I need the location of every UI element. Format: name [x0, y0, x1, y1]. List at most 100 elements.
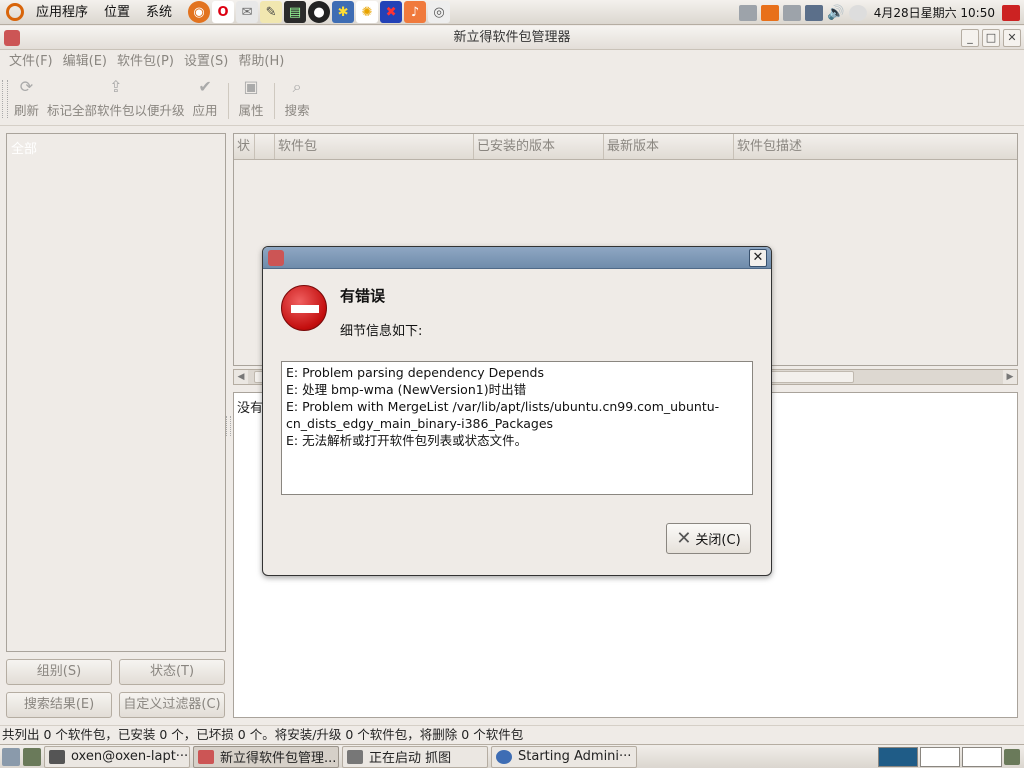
task-screenshot[interactable]: 正在启动 抓图: [342, 745, 488, 768]
mail-icon[interactable]: ✉: [236, 1, 259, 23]
mark-upgrades-label: 标记全部软件包以便升级: [47, 103, 185, 118]
settings-icon[interactable]: ✱: [332, 1, 355, 23]
properties-button[interactable]: ▣ 属性: [235, 77, 268, 119]
search-icon: ⌕: [292, 77, 302, 96]
column-installed-version[interactable]: 已安装的版本: [474, 134, 604, 159]
workspace-2[interactable]: [920, 747, 960, 767]
trash-icon[interactable]: [1004, 749, 1020, 765]
network-icon[interactable]: [804, 4, 823, 21]
reload-label: 刷新: [14, 103, 40, 118]
column-latest-version[interactable]: 最新版本: [604, 134, 734, 159]
toolbar-separator: [227, 83, 229, 119]
search-button[interactable]: ⌕ 搜索: [281, 77, 314, 119]
ubuntu-logo-icon[interactable]: [6, 3, 24, 21]
error-line: cn_dists_edgy_main_binary-i386_Packages: [286, 416, 554, 431]
description-text: 没有: [237, 401, 264, 416]
workspace-switcher[interactable]: [878, 747, 1020, 767]
synaptic-task-icon: [198, 749, 214, 764]
workspace-3[interactable]: [962, 747, 1002, 767]
reload-button[interactable]: ⟳ 刷新: [10, 77, 43, 119]
task-terminal[interactable]: oxen@oxen-lapt···: [44, 745, 190, 768]
toolbar-separator: [273, 83, 275, 119]
menu-settings[interactable]: 设置(S): [179, 51, 233, 73]
package-list-header: 状 软件包 已安装的版本 最新版本 软件包描述: [234, 134, 1017, 160]
minimize-button[interactable]: _: [961, 29, 979, 47]
opera-icon[interactable]: O: [212, 1, 235, 23]
task-synaptic[interactable]: 新立得软件包管理...: [193, 745, 339, 768]
eyes-icon: [848, 4, 867, 21]
system-menu[interactable]: 系统: [140, 0, 178, 25]
keyboard-icon[interactable]: [738, 4, 757, 21]
custom-filters-button[interactable]: 自定义过滤器(C): [119, 692, 225, 718]
dialog-heading: 有错误: [340, 287, 386, 305]
sections-button[interactable]: 组别(S): [6, 659, 112, 685]
search-label: 搜索: [284, 103, 310, 118]
screenshot-icon[interactable]: ◎: [428, 1, 451, 23]
toolbar-grip[interactable]: [2, 80, 8, 118]
top-menu: 应用程序 位置 系统: [0, 0, 184, 25]
camera-task-icon: [347, 749, 363, 764]
filter-list[interactable]: 全部: [6, 133, 226, 652]
close-button-label: 关闭(C): [695, 533, 741, 548]
lamp-icon[interactable]: ✺: [356, 1, 379, 23]
apply-button[interactable]: ✔ 应用: [189, 77, 222, 119]
error-stop-icon: [281, 285, 327, 331]
error-dialog: ✕ 有错误 细节信息如下: E: Problem parsing depende…: [262, 246, 772, 576]
maximize-button[interactable]: □: [982, 29, 1000, 47]
workspace-icon[interactable]: [23, 747, 41, 766]
window-titlebar[interactable]: 新立得软件包管理器 _ □ ✕: [0, 26, 1024, 50]
status-bar: 共列出 0 个软件包，已安装 0 个，已坏损 0 个。将安装/升级 0 个软件包…: [0, 725, 1024, 743]
task-label: 正在启动 抓图: [369, 751, 452, 766]
workspace-1[interactable]: [878, 747, 918, 767]
dialog-titlebar[interactable]: ✕: [263, 247, 771, 269]
volume-icon[interactable]: 🔊: [827, 5, 845, 21]
synaptic-app-icon: [268, 250, 284, 266]
update-icon[interactable]: [760, 4, 779, 21]
column-package[interactable]: 软件包: [275, 134, 474, 159]
applications-menu[interactable]: 应用程序: [30, 0, 94, 25]
pane-splitter[interactable]: [226, 416, 231, 436]
scroll-right-icon[interactable]: ▶: [1003, 370, 1017, 384]
menu-edit[interactable]: 编辑(E): [58, 51, 112, 73]
refresh-icon: ⟳: [19, 77, 34, 96]
dialog-close-icon[interactable]: ✕: [749, 249, 767, 267]
task-admin[interactable]: Starting Admini···: [491, 745, 637, 768]
menu-file[interactable]: 文件(F): [4, 51, 58, 73]
menu-package[interactable]: 软件包(P): [112, 51, 179, 73]
window-title: 新立得软件包管理器: [453, 30, 571, 45]
clock[interactable]: 4月28日星期六 10:50: [871, 4, 998, 21]
close-button[interactable]: ✕ 关闭(C): [666, 523, 751, 554]
terminal-icon[interactable]: ▤: [284, 1, 307, 23]
properties-label: 属性: [238, 103, 264, 118]
music-icon[interactable]: ♪: [404, 1, 427, 23]
launcher-row: ◉ O ✉ ✎ ▤ ● ✱ ✺ ✖ ♪ ◎: [188, 1, 451, 23]
column-status[interactable]: 状: [234, 134, 255, 159]
logout-icon[interactable]: [1002, 4, 1020, 21]
search-results-button[interactable]: 搜索结果(E): [6, 692, 112, 718]
firefox-icon[interactable]: ◉: [188, 1, 211, 23]
gear-task-icon: [496, 749, 512, 764]
status-button[interactable]: 状态(T): [119, 659, 225, 685]
scroll-left-icon[interactable]: ◀: [234, 370, 248, 384]
apply-icon: ✔: [198, 77, 212, 96]
window-close-button[interactable]: ✕: [1003, 29, 1021, 47]
task-label: 新立得软件包管理...: [220, 751, 337, 766]
places-menu[interactable]: 位置: [98, 0, 136, 25]
error-details-text[interactable]: E: Problem parsing dependency Depends E:…: [281, 361, 753, 495]
filter-item-all[interactable]: 全部: [11, 138, 37, 157]
printer-icon[interactable]: [782, 4, 801, 21]
menu-help[interactable]: 帮助(H): [233, 51, 289, 73]
error-line: E: Problem with MergeList /var/lib/apt/l…: [286, 399, 720, 414]
column-description[interactable]: 软件包描述: [734, 134, 1017, 159]
close-icon: ✕: [676, 527, 692, 549]
mark-upgrades-button[interactable]: ⇪ 标记全部软件包以便升级: [43, 77, 189, 119]
show-desktop-icon[interactable]: [2, 747, 20, 766]
editor-icon[interactable]: ✎: [260, 1, 283, 23]
error-line: E: Problem parsing dependency Depends: [286, 365, 544, 380]
column-support[interactable]: [255, 134, 275, 159]
game-icon[interactable]: ✖: [380, 1, 403, 23]
window-controls: _ □ ✕: [961, 29, 1021, 47]
toolbar: ⟳ 刷新 ⇪ 标记全部软件包以便升级 ✔ 应用 ▣ 属性 ⌕ 搜索: [0, 74, 1024, 126]
qq-icon[interactable]: ●: [308, 1, 331, 23]
bottom-taskbar: oxen@oxen-lapt··· 新立得软件包管理... 正在启动 抓图 St…: [0, 744, 1024, 768]
